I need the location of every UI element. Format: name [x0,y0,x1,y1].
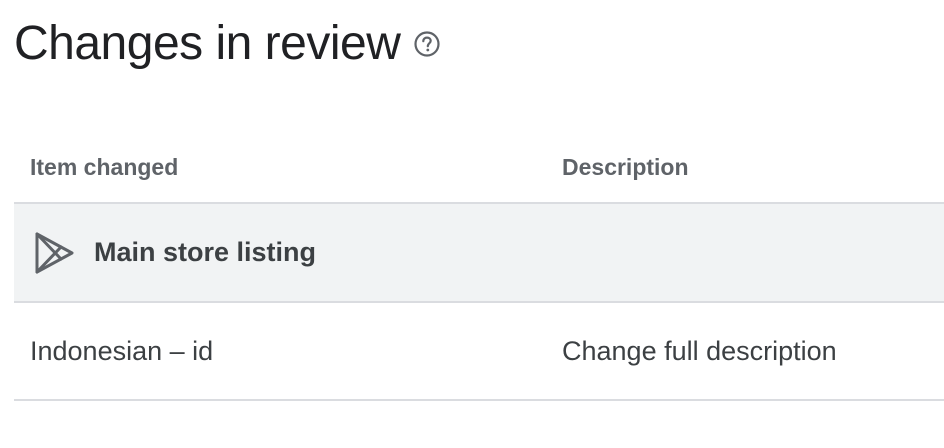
changes-in-review-page: Changes in review Item changed Descripti… [0,0,944,448]
title-row: Changes in review [14,12,442,76]
table-row: Indonesian – id Change full description [14,303,944,401]
group-row-main-store-listing: Main store listing [14,204,944,303]
cell-description: Change full description [562,336,837,366]
group-label: Main store listing [94,237,317,267]
column-header-description: Description [562,154,689,180]
column-header-item-changed: Item changed [30,154,179,180]
google-play-icon [32,230,76,276]
cell-item-changed: Indonesian – id [30,336,214,366]
help-circle-icon[interactable] [412,29,442,59]
page-title: Changes in review [14,17,401,70]
changes-table: Item changed Description Main store list… [14,130,944,401]
table-header: Item changed Description [14,130,944,204]
